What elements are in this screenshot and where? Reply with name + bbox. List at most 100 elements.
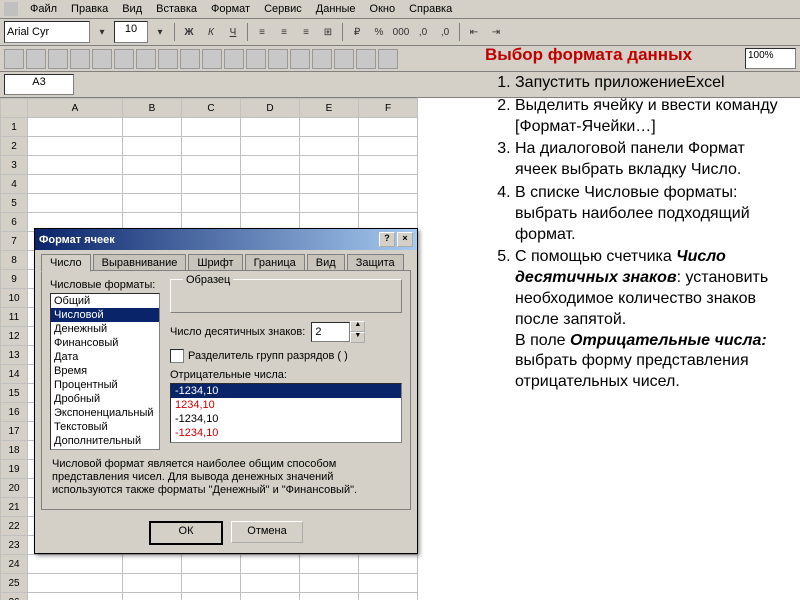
row-header[interactable]: 24: [1, 555, 28, 574]
underline-button[interactable]: Ч: [223, 22, 243, 42]
row-header[interactable]: 18: [1, 441, 28, 460]
sum-icon[interactable]: [268, 49, 288, 69]
fx-icon[interactable]: [116, 78, 130, 92]
font-select[interactable]: Arial Cyr: [4, 21, 90, 43]
select-all[interactable]: [1, 99, 28, 118]
list-item[interactable]: Текстовый: [51, 420, 159, 434]
italic-button[interactable]: К: [201, 22, 221, 42]
menu-window[interactable]: Окно: [364, 2, 402, 16]
formats-listbox[interactable]: Общий Числовой Денежный Финансовый Дата …: [50, 293, 160, 450]
menu-tools[interactable]: Сервис: [258, 2, 308, 16]
percent-icon[interactable]: %: [369, 22, 389, 42]
decimals-spinner[interactable]: ▲ ▼: [311, 321, 365, 343]
row-header[interactable]: 25: [1, 574, 28, 593]
list-item[interactable]: Финансовый: [51, 336, 159, 350]
list-item[interactable]: (все форматы): [51, 448, 159, 450]
name-box[interactable]: A3: [4, 74, 74, 95]
chart-icon[interactable]: [356, 49, 376, 69]
row-header[interactable]: 21: [1, 498, 28, 517]
decimals-input[interactable]: [311, 322, 350, 342]
bold-button[interactable]: Ж: [179, 22, 199, 42]
row-header[interactable]: 1: [1, 118, 28, 137]
cancel-icon[interactable]: [80, 78, 94, 92]
menu-format[interactable]: Формат: [205, 2, 256, 16]
redo-icon[interactable]: [224, 49, 244, 69]
menu-view[interactable]: Вид: [116, 2, 148, 16]
row-header[interactable]: 22: [1, 517, 28, 536]
dec-indent-icon[interactable]: ⇤: [464, 22, 484, 42]
row-header[interactable]: 8: [1, 251, 28, 270]
undo-icon[interactable]: [202, 49, 222, 69]
row-header[interactable]: 23: [1, 536, 28, 555]
save-icon[interactable]: [48, 49, 68, 69]
sort-desc-icon[interactable]: [334, 49, 354, 69]
tab-protection[interactable]: Защита: [347, 254, 404, 271]
tab-alignment[interactable]: Выравнивание: [93, 254, 187, 271]
draw-icon[interactable]: [378, 49, 398, 69]
row-header[interactable]: 3: [1, 156, 28, 175]
spell-icon[interactable]: [114, 49, 134, 69]
list-item[interactable]: Дополнительный: [51, 434, 159, 448]
list-item[interactable]: Процентный: [51, 378, 159, 392]
list-item[interactable]: Дата: [51, 350, 159, 364]
col-header[interactable]: F: [359, 99, 418, 118]
neg-item[interactable]: -1234,10: [171, 426, 401, 440]
dec-decimal-icon[interactable]: ,0: [435, 22, 455, 42]
row-header[interactable]: 5: [1, 194, 28, 213]
row-header[interactable]: 6: [1, 213, 28, 232]
row-header[interactable]: 12: [1, 327, 28, 346]
tab-number[interactable]: Число: [41, 254, 91, 272]
menu-data[interactable]: Данные: [310, 2, 362, 16]
col-header[interactable]: A: [28, 99, 123, 118]
currency-icon[interactable]: ₽: [347, 22, 367, 42]
menu-insert[interactable]: Вставка: [150, 2, 203, 16]
sort-asc-icon[interactable]: [312, 49, 332, 69]
list-item[interactable]: Экспоненциальный: [51, 406, 159, 420]
spin-down-icon[interactable]: ▼: [350, 332, 365, 343]
comma-icon[interactable]: 000: [391, 22, 411, 42]
col-header[interactable]: D: [241, 99, 300, 118]
list-item[interactable]: Денежный: [51, 322, 159, 336]
row-header[interactable]: 9: [1, 270, 28, 289]
spin-up-icon[interactable]: ▲: [350, 321, 365, 332]
menu-help[interactable]: Справка: [403, 2, 458, 16]
dropdown-icon[interactable]: ▾: [92, 22, 112, 42]
col-header[interactable]: C: [182, 99, 241, 118]
tab-view[interactable]: Вид: [307, 254, 345, 271]
menu-edit[interactable]: Правка: [65, 2, 114, 16]
thousands-checkbox[interactable]: [170, 349, 184, 363]
close-button[interactable]: ×: [397, 232, 413, 247]
align-center-icon[interactable]: ≡: [274, 22, 294, 42]
row-header[interactable]: 11: [1, 308, 28, 327]
row-header[interactable]: 26: [1, 593, 28, 600]
tab-font[interactable]: Шрифт: [188, 254, 242, 271]
fn-icon[interactable]: [290, 49, 310, 69]
col-header[interactable]: B: [123, 99, 182, 118]
row-header[interactable]: 16: [1, 403, 28, 422]
cut-icon[interactable]: [136, 49, 156, 69]
row-header[interactable]: 19: [1, 460, 28, 479]
align-right-icon[interactable]: ≡: [296, 22, 316, 42]
copy-icon[interactable]: [158, 49, 178, 69]
link-icon[interactable]: [246, 49, 266, 69]
row-header[interactable]: 10: [1, 289, 28, 308]
col-header[interactable]: E: [300, 99, 359, 118]
align-left-icon[interactable]: ≡: [252, 22, 272, 42]
enter-icon[interactable]: [98, 78, 112, 92]
row-header[interactable]: 15: [1, 384, 28, 403]
new-icon[interactable]: [4, 49, 24, 69]
tab-border[interactable]: Граница: [245, 254, 305, 271]
row-header[interactable]: 4: [1, 175, 28, 194]
list-item[interactable]: Числовой: [51, 308, 159, 322]
row-header[interactable]: 17: [1, 422, 28, 441]
preview-icon[interactable]: [92, 49, 112, 69]
row-header[interactable]: 20: [1, 479, 28, 498]
row-header[interactable]: 2: [1, 137, 28, 156]
list-item[interactable]: Дробный: [51, 392, 159, 406]
ok-button[interactable]: ОК: [149, 521, 223, 545]
paste-icon[interactable]: [180, 49, 200, 69]
row-header[interactable]: 14: [1, 365, 28, 384]
dropdown-icon[interactable]: ▾: [150, 22, 170, 42]
neg-item[interactable]: -1234,10: [171, 384, 401, 398]
cancel-button[interactable]: Отмена: [231, 521, 303, 543]
